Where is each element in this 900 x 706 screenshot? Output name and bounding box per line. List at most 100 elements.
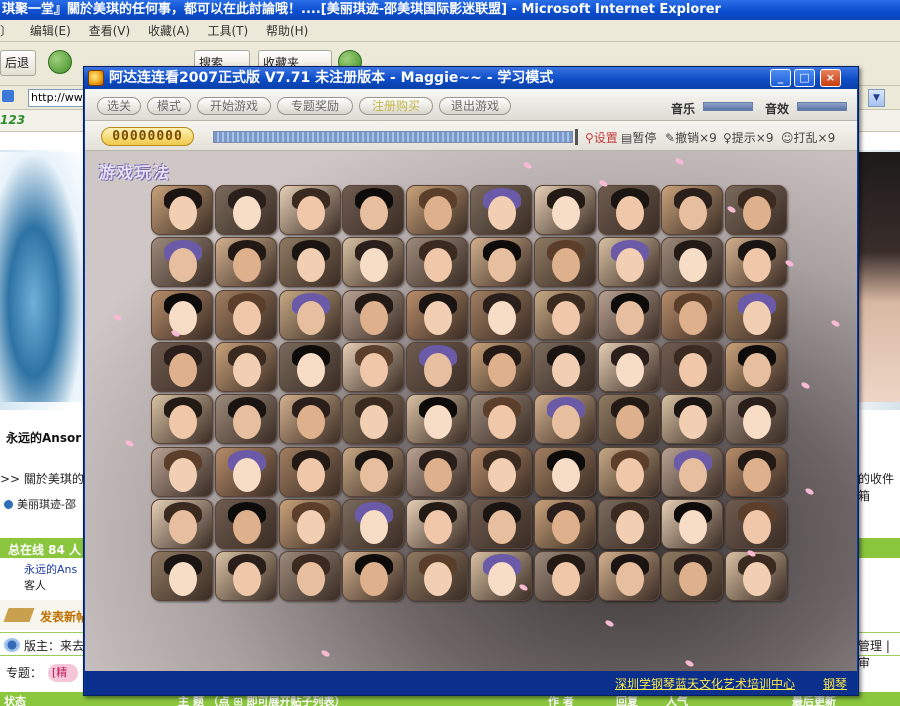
photo-tile[interactable] bbox=[151, 498, 213, 549]
photo-tile[interactable] bbox=[214, 498, 277, 549]
user-heading[interactable]: 永远的Ansor bbox=[6, 429, 81, 446]
browser-menu-tools[interactable]: 工具(T) bbox=[207, 24, 248, 38]
back-button[interactable]: 后退 bbox=[0, 50, 36, 76]
photo-tile[interactable] bbox=[533, 498, 596, 549]
photo-tile[interactable] bbox=[342, 446, 405, 497]
photo-tile[interactable] bbox=[151, 551, 213, 602]
photo-tile[interactable] bbox=[406, 237, 469, 288]
photo-tile[interactable] bbox=[470, 289, 532, 340]
photo-tile[interactable] bbox=[214, 237, 277, 288]
photo-tile[interactable] bbox=[406, 551, 469, 602]
photo-tile[interactable] bbox=[533, 289, 596, 340]
photo-tile[interactable] bbox=[470, 551, 532, 602]
photo-tile[interactable] bbox=[533, 394, 596, 445]
pause-button[interactable]: ▤暂停 bbox=[621, 129, 656, 146]
photo-tile[interactable] bbox=[597, 446, 660, 497]
new-post-icon[interactable] bbox=[3, 608, 35, 622]
photo-tile[interactable] bbox=[214, 341, 277, 392]
photo-tile[interactable] bbox=[470, 237, 532, 288]
photo-tile[interactable] bbox=[661, 498, 724, 549]
photo-tile[interactable] bbox=[470, 341, 532, 392]
photo-tile[interactable] bbox=[406, 185, 469, 235]
photo-tile[interactable] bbox=[470, 446, 532, 497]
photo-tile[interactable] bbox=[597, 341, 660, 392]
photo-tile[interactable] bbox=[406, 341, 469, 392]
photo-tile[interactable] bbox=[470, 185, 532, 235]
photo-tile[interactable] bbox=[597, 237, 660, 288]
photo-tile[interactable] bbox=[151, 394, 213, 445]
photo-tile[interactable] bbox=[533, 185, 596, 235]
photo-tile[interactable] bbox=[214, 446, 277, 497]
photo-tile[interactable] bbox=[278, 185, 341, 235]
menu-select-level[interactable]: 选关 bbox=[97, 97, 141, 115]
new-post-button[interactable]: 发表新帖 bbox=[40, 608, 88, 625]
topic-tag[interactable]: [精 bbox=[48, 664, 78, 682]
online-user-link[interactable]: 永远的Ans bbox=[24, 561, 77, 577]
photo-tile[interactable] bbox=[151, 446, 213, 497]
board-logo[interactable]: 游戏玩法 bbox=[99, 159, 171, 183]
photo-tile[interactable] bbox=[533, 341, 596, 392]
music-volume-slider[interactable] bbox=[703, 102, 753, 111]
manage-link[interactable]: 管理 | 审 bbox=[858, 637, 900, 671]
photo-tile[interactable] bbox=[406, 289, 469, 340]
browser-menu-edit[interactable]: 编辑(E) bbox=[30, 24, 71, 38]
photo-tile[interactable] bbox=[278, 394, 341, 445]
photo-tile[interactable] bbox=[342, 341, 405, 392]
photo-tile[interactable] bbox=[725, 341, 788, 392]
forum-notice[interactable]: >> 關於美琪的 bbox=[0, 470, 84, 487]
photo-tile[interactable] bbox=[278, 551, 341, 602]
photo-tile[interactable] bbox=[661, 237, 724, 288]
photo-tile[interactable] bbox=[725, 237, 788, 288]
menu-exit-game[interactable]: 退出游戏 bbox=[439, 97, 511, 115]
photo-tile[interactable] bbox=[661, 394, 724, 445]
browser-menu-favorites[interactable]: 收藏(A) bbox=[148, 24, 190, 38]
photo-tile[interactable] bbox=[342, 394, 405, 445]
photo-tile[interactable] bbox=[278, 498, 341, 549]
photo-tile[interactable] bbox=[533, 237, 596, 288]
photo-tile[interactable] bbox=[725, 289, 788, 340]
photo-tile[interactable] bbox=[214, 551, 277, 602]
sponsor-link[interactable]: 深圳学钢琴蓝天文化艺术培训中心 bbox=[615, 675, 795, 692]
photo-tile[interactable] bbox=[661, 289, 724, 340]
photo-tile[interactable] bbox=[214, 185, 277, 235]
piano-link[interactable]: 钢琴 bbox=[823, 675, 847, 692]
column-status[interactable]: 状态 bbox=[4, 693, 26, 706]
browser-menu-help[interactable]: 帮助(H) bbox=[266, 24, 308, 38]
forum-breadcrumb-link[interactable]: 美丽琪迹-邵 bbox=[4, 496, 76, 512]
photo-tile[interactable] bbox=[342, 289, 405, 340]
photo-tile[interactable] bbox=[151, 185, 213, 235]
photo-tile[interactable] bbox=[278, 446, 341, 497]
photo-tile[interactable] bbox=[533, 446, 596, 497]
photo-tile[interactable] bbox=[661, 185, 724, 235]
menu-start-game[interactable]: 开始游戏 bbox=[197, 97, 271, 115]
photo-tile[interactable] bbox=[214, 289, 277, 340]
forward-icon[interactable] bbox=[48, 50, 72, 74]
photo-tile[interactable] bbox=[214, 394, 277, 445]
photo-tile[interactable] bbox=[342, 498, 405, 549]
photo-tile[interactable] bbox=[406, 394, 469, 445]
photo-tile[interactable] bbox=[725, 498, 788, 549]
undo-button[interactable]: ✎撤销×9 bbox=[665, 129, 717, 146]
browser-menu-item[interactable]: 〕 bbox=[0, 24, 12, 38]
hint-button[interactable]: ♀提示×9 bbox=[723, 129, 774, 146]
photo-tile[interactable] bbox=[278, 289, 341, 340]
photo-tile[interactable] bbox=[725, 446, 788, 497]
photo-tile[interactable] bbox=[597, 551, 660, 602]
minimize-button[interactable]: _ bbox=[770, 69, 791, 87]
photo-tile[interactable] bbox=[342, 185, 405, 235]
game-title-bar[interactable]: 阿达连连看2007正式版 V7.71 未注册版本 - Maggie~~ - 学习… bbox=[84, 67, 858, 89]
menu-register-buy[interactable]: 注册购买 bbox=[359, 97, 433, 115]
shuffle-button[interactable]: ☺打乱×9 bbox=[781, 129, 835, 146]
maximize-button[interactable]: □ bbox=[794, 69, 815, 87]
sound-volume-slider[interactable] bbox=[797, 102, 847, 111]
menu-special-reward[interactable]: 专题奖励 bbox=[277, 97, 353, 115]
photo-tile[interactable] bbox=[342, 237, 405, 288]
photo-tile[interactable] bbox=[661, 341, 724, 392]
photo-tile[interactable] bbox=[597, 394, 660, 445]
photo-tile[interactable] bbox=[725, 551, 788, 602]
photo-tile[interactable] bbox=[278, 341, 341, 392]
photo-tile[interactable] bbox=[470, 394, 532, 445]
address-input[interactable]: http://www bbox=[28, 89, 92, 107]
photo-tile[interactable] bbox=[406, 498, 469, 549]
photo-tile[interactable] bbox=[597, 498, 660, 549]
